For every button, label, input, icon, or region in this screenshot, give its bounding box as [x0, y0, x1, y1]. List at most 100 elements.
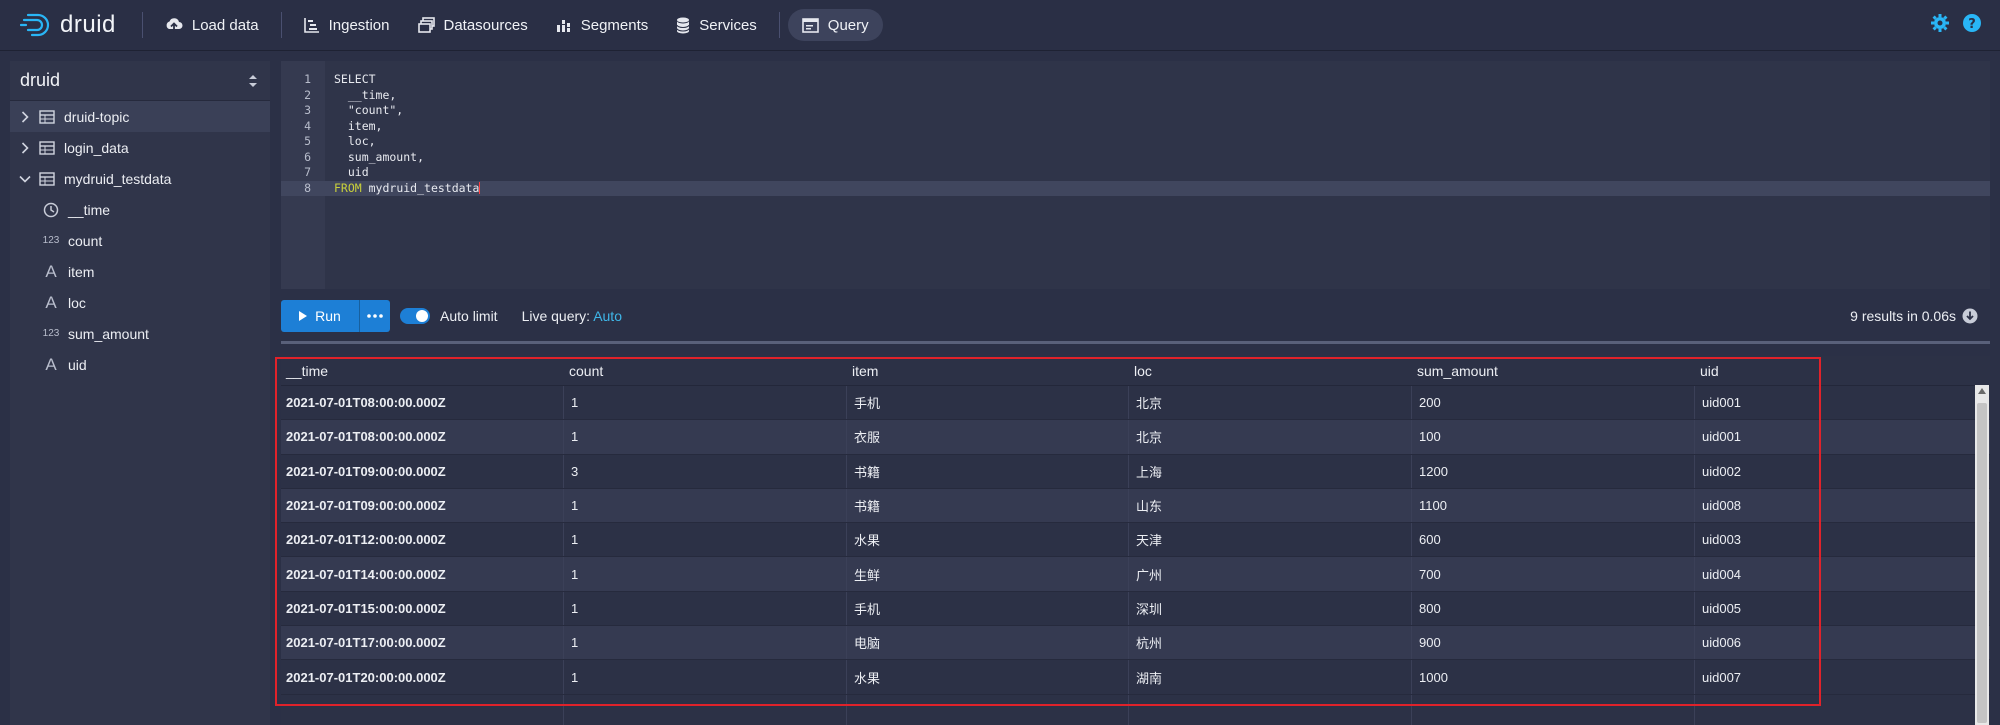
table-cell[interactable]: 杭州	[1129, 626, 1412, 660]
table-cell[interactable]: uid005	[1695, 592, 1978, 625]
table-cell[interactable]: 北京	[1129, 420, 1412, 454]
table-cell[interactable]: 3	[564, 454, 847, 488]
schema-selector[interactable]: druid	[10, 61, 270, 101]
table-cell[interactable]: 湖南	[1129, 660, 1412, 694]
column-header[interactable]: loc	[1129, 363, 1412, 379]
column-header[interactable]: __time	[281, 363, 564, 379]
scrollbar-thumb[interactable]	[1977, 403, 1987, 723]
table-cell[interactable]: uid004	[1695, 557, 1978, 590]
download-icon[interactable]	[1962, 308, 1978, 324]
table-cell[interactable]: 200	[1412, 386, 1695, 420]
table-cell[interactable]: 2021-07-01T15:00:00.000Z	[281, 591, 564, 626]
more-options-button[interactable]	[359, 300, 390, 332]
table-cell[interactable]: 上海	[1129, 454, 1412, 488]
table-row: 2021-07-01T14:00:00.000Z 1 生鲜 广州 700 uid004	[281, 557, 1990, 592]
table-cell[interactable]: 2021-07-01T17:00:00.000Z	[281, 626, 564, 660]
column-header[interactable]: count	[564, 363, 847, 379]
column-header[interactable]: uid	[1695, 363, 1978, 379]
table-cell[interactable]: 深圳	[1129, 591, 1412, 626]
table-cell[interactable]: 书籍	[847, 488, 1129, 523]
table-cell[interactable]: 2021-07-01T12:00:00.000Z	[281, 523, 564, 557]
table-cell[interactable]: 1	[564, 420, 847, 454]
table-cell[interactable]: 1	[564, 626, 847, 660]
nav-load-data[interactable]: Load data	[151, 9, 273, 41]
table-cell[interactable]: 2021-07-01T09:00:00.000Z	[281, 454, 564, 488]
table-cell[interactable]: uid002	[1695, 455, 1978, 488]
table-cell[interactable]: 生鲜	[847, 557, 1129, 591]
table-druid-topic[interactable]: druid-topic	[10, 101, 270, 132]
editor-line: 6 sum_amount,	[304, 149, 425, 164]
table-row: 2021-07-01T08:00:00.000Z 1 手机 北京 200 uid001	[281, 386, 1990, 421]
table-cell[interactable]: 广州	[1129, 557, 1412, 591]
column-item[interactable]: A item	[10, 256, 270, 287]
nav-segments[interactable]: Segments	[542, 9, 663, 41]
table-cell[interactable]: 2021-07-01T08:00:00.000Z	[281, 420, 564, 454]
column-header[interactable]: sum_amount	[1412, 363, 1695, 379]
editor-results-divider[interactable]	[281, 341, 1990, 344]
column-time[interactable]: __time	[10, 194, 270, 225]
editor-line-current: 8 FROM mydruid_testdata	[281, 180, 1990, 196]
table-cell[interactable]: 1100	[1412, 488, 1695, 523]
table-icon	[39, 171, 55, 186]
table-cell[interactable]: 900	[1412, 626, 1695, 660]
table-name: login_data	[64, 139, 129, 156]
table-cell[interactable]: 2021-07-01T08:00:00.000Z	[281, 386, 564, 420]
nav-datasources[interactable]: Datasources	[404, 9, 542, 41]
table-cell[interactable]: 1	[564, 557, 847, 591]
table-cell[interactable]: 书籍	[847, 454, 1129, 488]
table-cell[interactable]: 手机	[847, 386, 1129, 420]
table-cell[interactable]: 北京	[1129, 386, 1412, 420]
table-name: druid-topic	[64, 108, 130, 125]
sql-editor[interactable]: 1 SELECT 2 __time, 3 "count", 4 item, 5 l…	[281, 61, 1990, 289]
table-mydruid-testdata[interactable]: mydruid_testdata	[10, 163, 270, 194]
table-cell[interactable]: 1000	[1412, 660, 1695, 694]
table-cell[interactable]: 1	[564, 660, 847, 694]
table-cell[interactable]: uid001	[1695, 420, 1978, 453]
table-cell[interactable]: 水果	[847, 523, 1129, 557]
column-loc[interactable]: A loc	[10, 287, 270, 318]
table-cell[interactable]: uid003	[1695, 523, 1978, 556]
gear-icon[interactable]	[1930, 13, 1950, 33]
table-cell[interactable]: 2021-07-01T20:00:00.000Z	[281, 660, 564, 694]
column-header[interactable]: item	[847, 363, 1129, 379]
scroll-up-arrow[interactable]	[1978, 388, 1986, 394]
table-cell[interactable]: uid006	[1695, 626, 1978, 659]
table-cell[interactable]: 100	[1412, 420, 1695, 454]
table-cell[interactable]: uid001	[1695, 386, 1978, 419]
help-icon[interactable]: ?	[1962, 13, 1982, 33]
table-cell[interactable]: 手机	[847, 591, 1129, 626]
table-name: mydruid_testdata	[64, 170, 172, 187]
table-scrollbar[interactable]	[1975, 385, 1989, 725]
auto-limit-toggle[interactable]	[400, 308, 430, 324]
table-cell[interactable]: 衣服	[847, 420, 1129, 454]
table-cell[interactable]: 天津	[1129, 523, 1412, 557]
nav-query[interactable]: Query	[787, 9, 883, 41]
table-cell[interactable]: 700	[1412, 557, 1695, 591]
table-cell[interactable]: 1	[564, 523, 847, 557]
table-login-data[interactable]: login_data	[10, 132, 270, 163]
table-cell[interactable]: uid007	[1695, 660, 1978, 693]
string-type-icon: A	[45, 261, 57, 281]
live-query-control[interactable]: Live query: Auto	[522, 308, 622, 324]
table-cell[interactable]: 600	[1412, 523, 1695, 557]
table-cell[interactable]: 1	[564, 488, 847, 523]
nav-ingestion-label: Ingestion	[328, 16, 390, 34]
table-cell[interactable]: 800	[1412, 591, 1695, 626]
nav-services[interactable]: Services	[662, 9, 771, 41]
table-cell[interactable]: 电脑	[847, 626, 1129, 660]
live-query-value[interactable]: Auto	[593, 308, 622, 324]
table-cell[interactable]: 2021-07-01T09:00:00.000Z	[281, 488, 564, 523]
column-sum-amount[interactable]: 123 sum_amount	[10, 318, 270, 349]
table-cell[interactable]: 1	[564, 386, 847, 420]
nav-ingestion[interactable]: Ingestion	[290, 9, 404, 41]
column-count[interactable]: 123 count	[10, 225, 270, 256]
table-cell[interactable]: 2021-07-01T14:00:00.000Z	[281, 557, 564, 591]
table-cell[interactable]: 山东	[1129, 488, 1412, 523]
table-cell[interactable]: 水果	[847, 660, 1129, 694]
table-cell[interactable]: 1200	[1412, 454, 1695, 488]
druid-logo[interactable]: druid	[20, 11, 116, 39]
table-cell[interactable]: 1	[564, 591, 847, 626]
column-uid[interactable]: A uid	[10, 349, 270, 380]
run-button[interactable]: Run	[281, 300, 359, 332]
table-cell[interactable]: uid008	[1695, 489, 1978, 522]
